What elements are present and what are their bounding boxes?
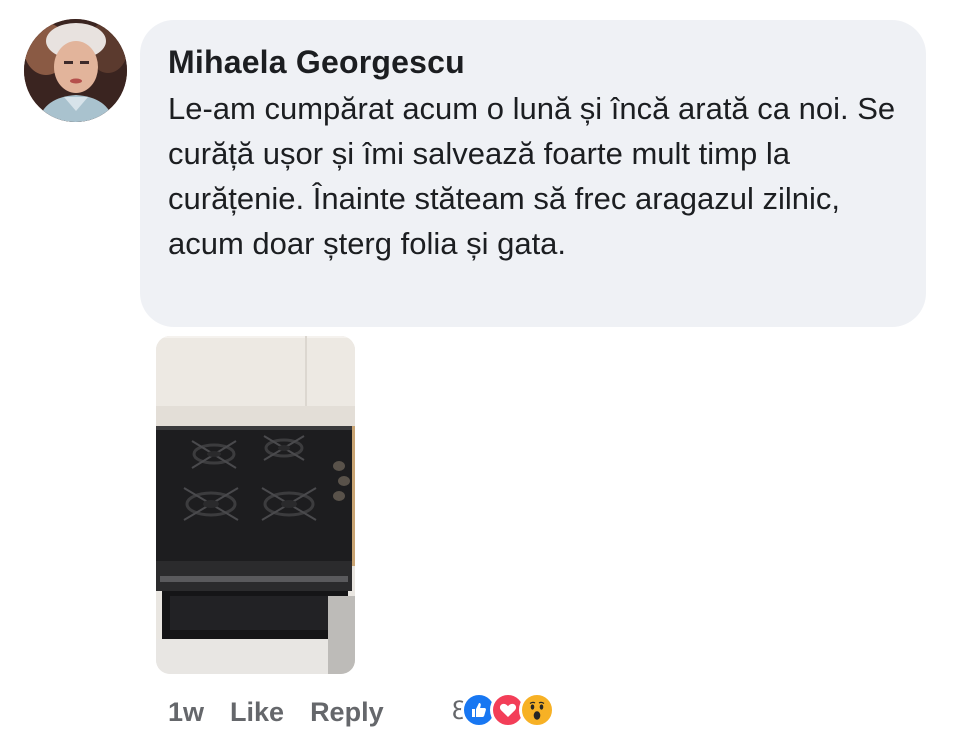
- comment-bubble: Mihaela Georgescu Le-am cumpărat acum o …: [140, 20, 926, 327]
- comment-author[interactable]: Mihaela Georgescu: [168, 42, 896, 82]
- comment: Mihaela Georgescu Le-am cumpărat acum o …: [0, 0, 962, 744]
- reply-button[interactable]: Reply: [310, 697, 384, 728]
- avatar[interactable]: [24, 19, 127, 122]
- comment-timestamp[interactable]: 1w: [168, 697, 204, 728]
- reactions-summary[interactable]: 8: [452, 690, 556, 730]
- stove-photo-image: [156, 336, 355, 674]
- comment-text: Le-am cumpărat acum o lună și încă arată…: [168, 91, 896, 261]
- comment-actions: 1w Like Reply: [168, 694, 384, 730]
- avatar-portrait-icon: [24, 19, 127, 122]
- wow-icon: [519, 692, 556, 728]
- like-button[interactable]: Like: [230, 697, 284, 728]
- comment-photo[interactable]: [156, 336, 355, 674]
